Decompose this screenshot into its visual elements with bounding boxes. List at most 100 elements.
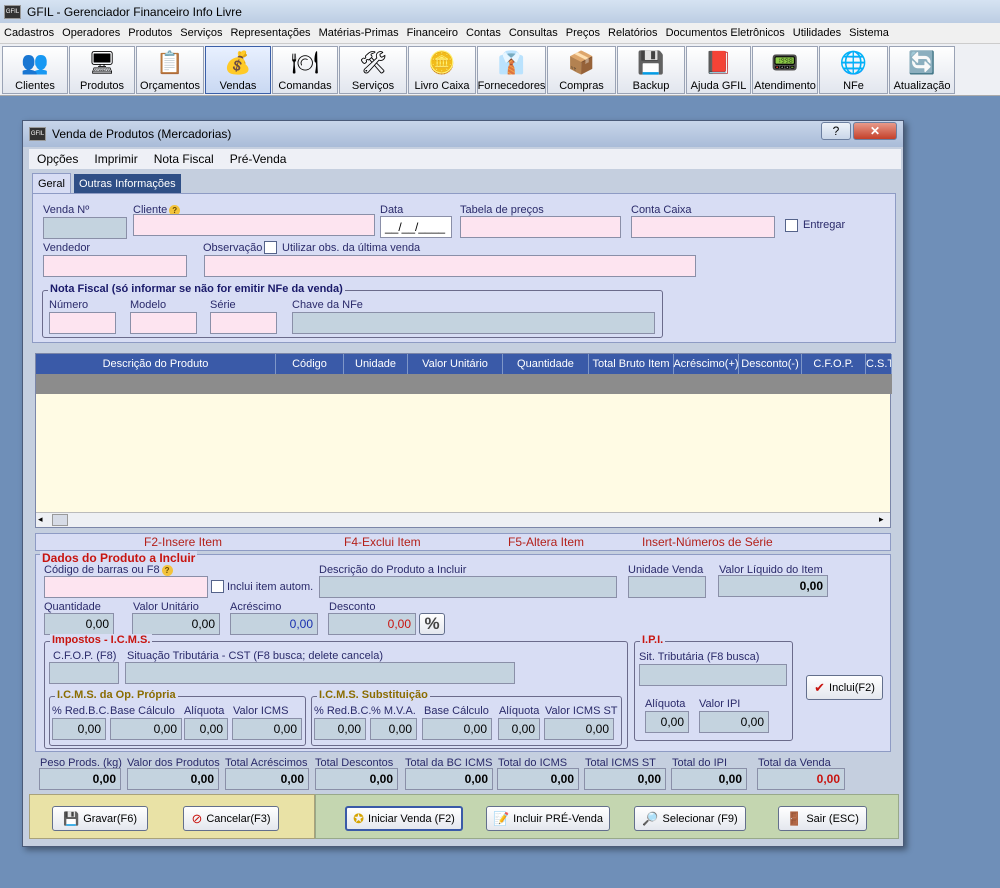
menu-precos[interactable]: Preços bbox=[562, 27, 604, 39]
col-desconto[interactable]: Desconto(-) bbox=[739, 354, 802, 374]
incluir-pre-venda-button[interactable]: 📝 Incluir PRÉ-Venda bbox=[486, 806, 610, 831]
col-valor-unitario[interactable]: Valor Unitário bbox=[408, 354, 503, 374]
scroll-right-icon[interactable]: ▸ bbox=[879, 514, 884, 525]
cliente-field[interactable] bbox=[133, 214, 375, 236]
col-unidade[interactable]: Unidade bbox=[344, 354, 408, 374]
red-bc-field[interactable]: 0,00 bbox=[52, 718, 106, 740]
descricao-produto-field[interactable] bbox=[319, 576, 617, 598]
menu-relatorios[interactable]: Relatórios bbox=[604, 27, 662, 39]
toolbar-backup-button[interactable]: 💾 Backup bbox=[617, 46, 685, 94]
valor-unitario-field[interactable]: 0,00 bbox=[132, 613, 220, 635]
valor-icms-st-field[interactable]: 0,00 bbox=[544, 718, 614, 740]
help-icon[interactable]: ? bbox=[161, 564, 173, 576]
col-acrescimo[interactable]: Acréscimo(+) bbox=[673, 354, 739, 374]
toolbar-atualizacao-button[interactable]: 🔄 Atualização bbox=[889, 46, 955, 94]
valor-icms-field[interactable]: 0,00 bbox=[232, 718, 302, 740]
inclui-button[interactable]: ✔ Inclui(F2) bbox=[806, 675, 883, 700]
vendedor-field[interactable] bbox=[43, 255, 187, 277]
tab-outras-informacoes[interactable]: Outras Informações bbox=[74, 174, 181, 194]
dialog-menu-nota-fiscal[interactable]: Nota Fiscal bbox=[146, 152, 222, 166]
menu-utilidades[interactable]: Utilidades bbox=[789, 27, 845, 39]
col-cst[interactable]: C.S.T bbox=[866, 354, 892, 374]
venda-no-field[interactable] bbox=[43, 217, 127, 239]
nf-numero-field[interactable] bbox=[49, 312, 116, 334]
quantidade-field[interactable]: 0,00 bbox=[44, 613, 114, 635]
menu-cadastros[interactable]: Cadastros bbox=[0, 27, 58, 39]
menu-representacoes[interactable]: Representações bbox=[226, 27, 314, 39]
toolbar-compras-button[interactable]: 📦 Compras bbox=[547, 46, 616, 94]
unidade-venda-field[interactable] bbox=[628, 576, 706, 598]
data-field[interactable]: __/__/____ bbox=[380, 216, 452, 238]
dialog-close-button[interactable]: ✕ bbox=[853, 122, 897, 140]
ipi-aliquota-field[interactable]: 0,00 bbox=[645, 711, 689, 733]
iniciar-venda-button[interactable]: ✪ Iniciar Venda (F2) bbox=[345, 806, 463, 831]
inclui-automatico-checkbox[interactable] bbox=[211, 580, 224, 593]
tabela-precos-field[interactable] bbox=[460, 216, 621, 238]
dialog-menu-imprimir[interactable]: Imprimir bbox=[86, 152, 145, 166]
st-red-bc-field[interactable]: 0,00 bbox=[314, 718, 366, 740]
dialog-menu-opcoes[interactable]: Opções bbox=[29, 152, 86, 166]
col-cfop[interactable]: C.F.O.P. bbox=[802, 354, 866, 374]
utilizar-obs-checkbox[interactable] bbox=[264, 241, 277, 254]
base-calculo-field[interactable]: 0,00 bbox=[110, 718, 182, 740]
observacao-field[interactable] bbox=[204, 255, 696, 277]
menu-financeiro[interactable]: Financeiro bbox=[403, 27, 462, 39]
toolbar-atendimento-button[interactable]: 📟 Atendimento bbox=[752, 46, 818, 94]
toolbar-livro-caixa-button[interactable]: 🪙 Livro Caixa bbox=[408, 46, 476, 94]
st-aliquota-field[interactable]: 0,00 bbox=[498, 718, 540, 740]
conta-caixa-field[interactable] bbox=[631, 216, 775, 238]
mva-field[interactable]: 0,00 bbox=[370, 718, 417, 740]
percent-button[interactable]: % bbox=[419, 613, 445, 635]
horizontal-scrollbar[interactable]: ◂ ▸ bbox=[36, 512, 890, 527]
toolbar-fornecedores-button[interactable]: 👔 Fornecedores bbox=[477, 46, 546, 94]
table-row[interactable] bbox=[36, 374, 892, 394]
scroll-thumb[interactable] bbox=[52, 514, 68, 526]
scroll-left-icon[interactable]: ◂ bbox=[38, 514, 43, 525]
menu-documentos-eletronicos[interactable]: Documentos Eletrônicos bbox=[662, 27, 789, 39]
col-quantidade[interactable]: Quantidade bbox=[503, 354, 589, 374]
menu-consultas[interactable]: Consultas bbox=[505, 27, 562, 39]
cancelar-button[interactable]: ⊘ Cancelar(F3) bbox=[183, 806, 279, 831]
ipi-valor-field[interactable]: 0,00 bbox=[699, 711, 769, 733]
toolbar-servicos-button[interactable]: 🛠 Serviços bbox=[339, 46, 407, 94]
toolbar-vendas-button[interactable]: 💰 Vendas bbox=[205, 46, 271, 94]
toolbar-produtos-button[interactable]: 🖥 Produtos bbox=[69, 46, 135, 94]
menu-servicos[interactable]: Serviços bbox=[176, 27, 226, 39]
situacao-tributaria-field[interactable] bbox=[125, 662, 515, 684]
desconto-field[interactable]: 0,00 bbox=[328, 613, 416, 635]
impostos-icms-group: Impostos - I.C.M.S. C.F.O.P. (F8) Situaç… bbox=[44, 634, 628, 749]
col-descricao[interactable]: Descrição do Produto bbox=[36, 354, 276, 374]
cfop-field[interactable] bbox=[49, 662, 119, 684]
entregar-checkbox[interactable] bbox=[785, 219, 798, 232]
toolbar-orcamentos-button[interactable]: 📋 Orçamentos bbox=[136, 46, 204, 94]
toolbar-ajuda-button[interactable]: 📕 Ajuda GFIL bbox=[686, 46, 751, 94]
dialog-help-button[interactable]: ? bbox=[821, 122, 851, 140]
toolbar-comandas-button[interactable]: 🍽 Comandas bbox=[272, 46, 338, 94]
col-total-bruto[interactable]: Total Bruto Item bbox=[589, 354, 674, 374]
nf-serie-field[interactable] bbox=[210, 312, 277, 334]
selecionar-button[interactable]: 🔎 Selecionar (F9) bbox=[634, 806, 746, 831]
ipi-sit-tributaria-field[interactable] bbox=[639, 664, 787, 686]
items-grid[interactable]: Descrição do Produto Código Unidade Valo… bbox=[35, 353, 892, 528]
menu-contas[interactable]: Contas bbox=[462, 27, 505, 39]
col-codigo[interactable]: Código bbox=[276, 354, 344, 374]
sair-button[interactable]: 🚪 Sair (ESC) bbox=[778, 806, 867, 831]
menu-produtos[interactable]: Produtos bbox=[124, 27, 176, 39]
label-descricao: Descrição do Produto a Incluir bbox=[319, 564, 467, 576]
cancelar-button-label: Cancelar(F3) bbox=[206, 812, 271, 825]
dialog-menu-pre-venda[interactable]: Pré-Venda bbox=[222, 152, 295, 166]
nf-chave-field[interactable] bbox=[292, 312, 655, 334]
gravar-button[interactable]: 💾 Gravar(F6) bbox=[52, 806, 148, 831]
nf-modelo-field[interactable] bbox=[130, 312, 197, 334]
toolbar-clientes-button[interactable]: 👥 Clientes bbox=[2, 46, 68, 94]
valor-liquido-field[interactable]: 0,00 bbox=[718, 575, 828, 597]
menu-sistema[interactable]: Sistema bbox=[845, 27, 893, 39]
toolbar-nfe-button[interactable]: 🌐 NFe bbox=[819, 46, 888, 94]
tab-geral[interactable]: Geral bbox=[32, 173, 71, 193]
st-base-calculo-field[interactable]: 0,00 bbox=[422, 718, 492, 740]
codigo-barras-field[interactable] bbox=[44, 576, 208, 598]
aliquota-field[interactable]: 0,00 bbox=[184, 718, 228, 740]
acrescimo-field[interactable]: 0,00 bbox=[230, 613, 318, 635]
menu-materias-primas[interactable]: Matérias-Primas bbox=[315, 27, 403, 39]
menu-operadores[interactable]: Operadores bbox=[58, 27, 124, 39]
